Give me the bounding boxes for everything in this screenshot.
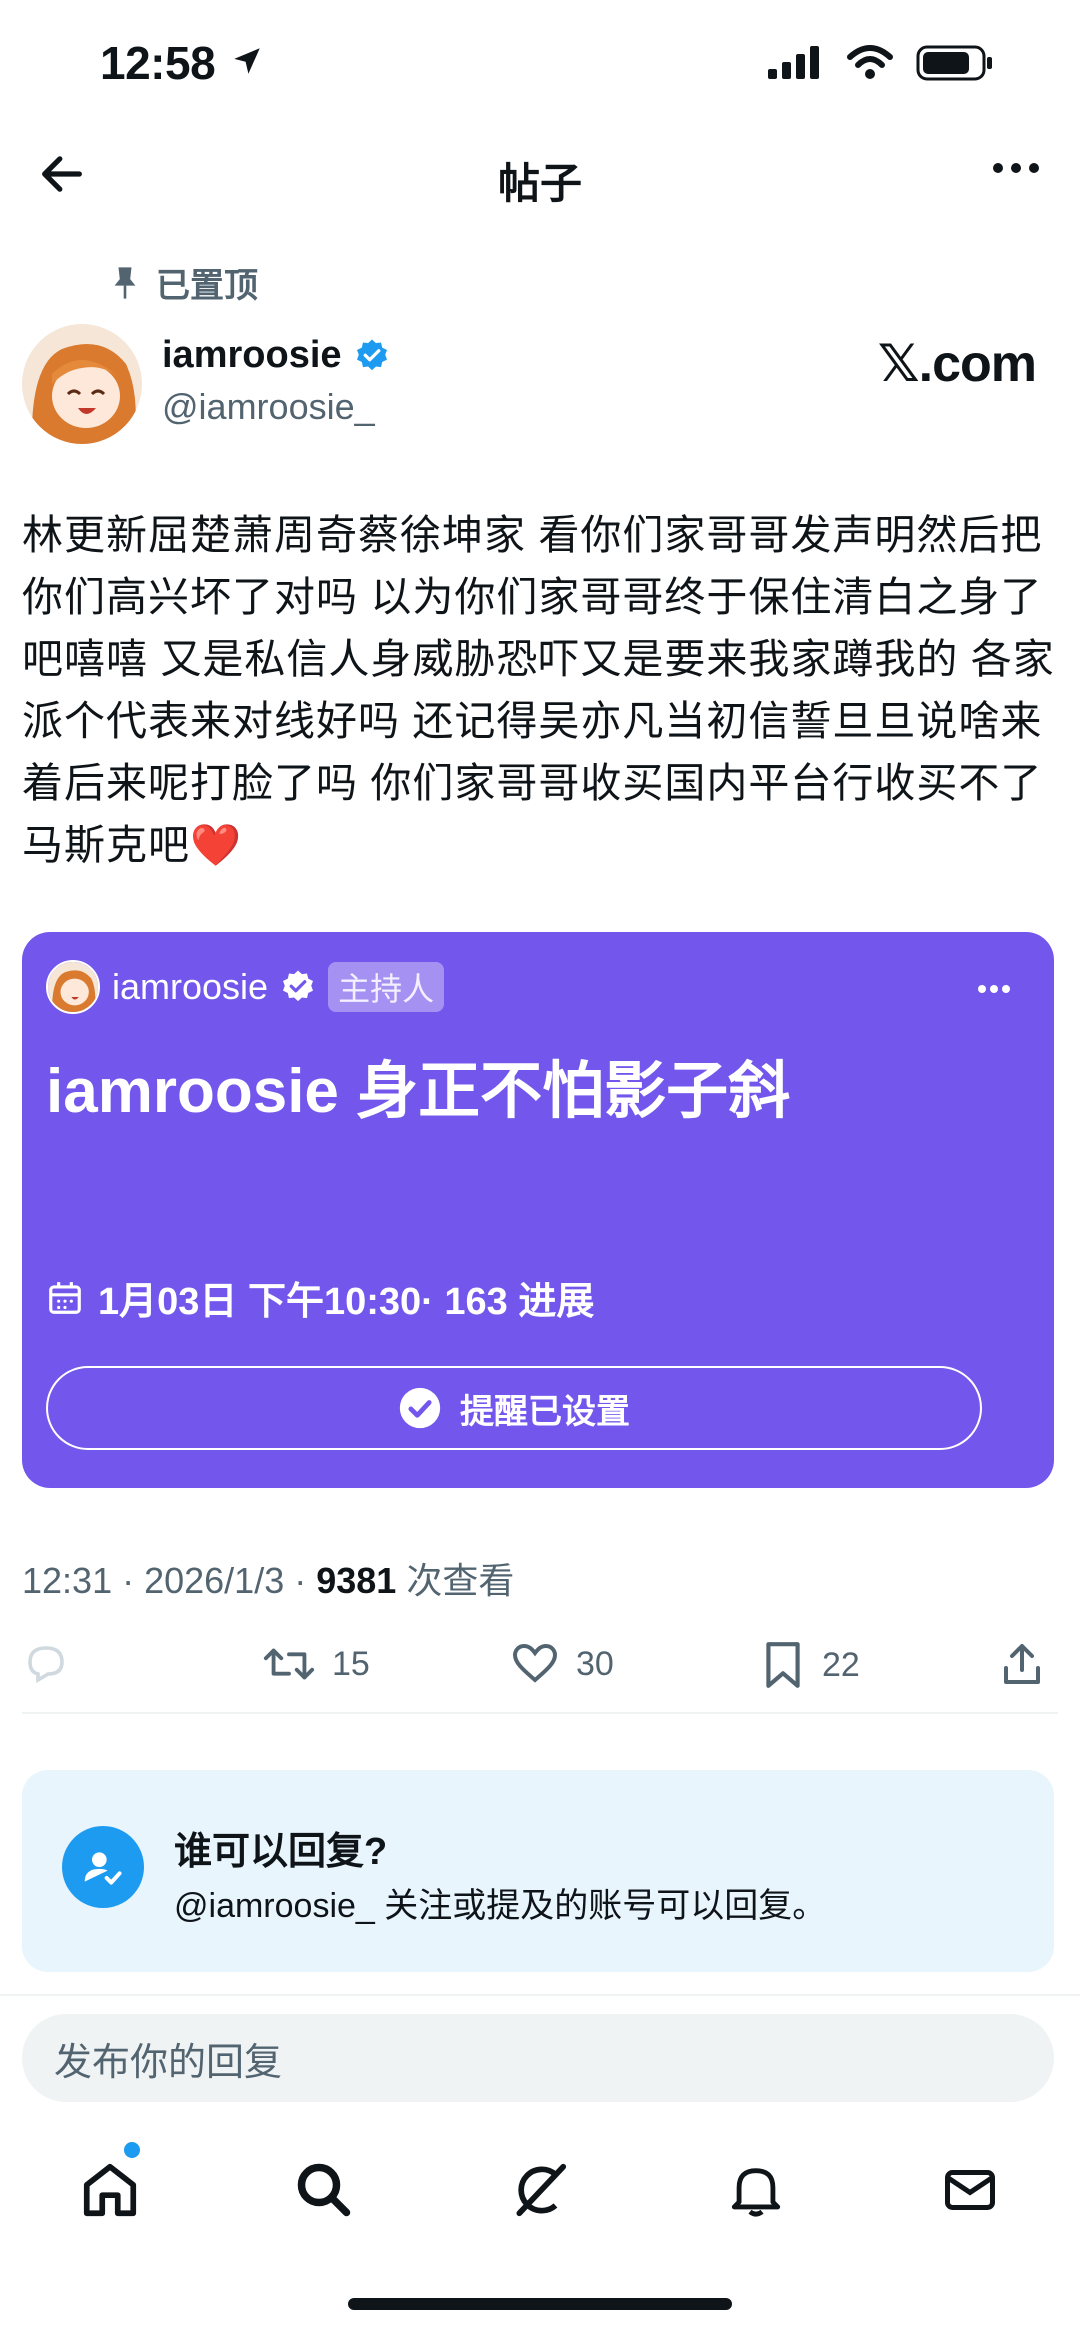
tab-home[interactable]	[70, 2150, 150, 2230]
reminder-button[interactable]: 提醒已设置	[46, 1366, 982, 1450]
like-button[interactable]: 30	[510, 1640, 614, 1688]
home-icon	[83, 2163, 137, 2217]
space-card[interactable]: iamroosie 主持人 iamroosie 身正不怕影子斜 1月03日 下午…	[22, 932, 1054, 1488]
reply-settings-desc: @iamroosie_ 关注或提及的账号可以回复。	[174, 1887, 827, 1925]
author-avatar[interactable]	[22, 324, 142, 444]
post-body: 林更新屈楚萧周奇蔡徐坤家 看你们家哥哥发声明然后把你们高兴坏了对吗 以为你们家哥…	[22, 512, 1055, 868]
views-label: 次查看	[406, 1560, 515, 1601]
more-options-button[interactable]	[990, 160, 1042, 181]
space-more-button[interactable]	[976, 982, 1012, 1000]
reply-button[interactable]	[22, 1640, 70, 1688]
bookmark-count: 22	[822, 1645, 860, 1684]
more-icon	[993, 163, 1039, 173]
share-icon	[1004, 1644, 1040, 1684]
pin-icon	[114, 266, 136, 299]
post-time: 12:31	[22, 1560, 113, 1601]
reply-icon	[28, 1646, 64, 1684]
like-count: 30	[576, 1644, 614, 1683]
divider	[0, 1994, 1080, 1996]
home-indicator	[348, 2298, 732, 2310]
reply-placeholder: 发布你的回复	[54, 2041, 283, 2084]
author-name-row[interactable]: iamroosie	[162, 334, 390, 377]
retweet-button[interactable]: 15	[262, 1640, 370, 1688]
status-icons	[768, 44, 996, 82]
heart-icon	[512, 1643, 558, 1683]
bookmark-icon	[766, 1642, 800, 1688]
share-button[interactable]	[998, 1640, 1046, 1688]
reply-settings-icon-wrap	[62, 1826, 144, 1908]
divider	[22, 1712, 1058, 1714]
reply-settings-card: 谁可以回复? @iamroosie_ 关注或提及的账号可以回复。	[22, 1770, 1054, 1972]
tab-grok[interactable]	[500, 2150, 580, 2230]
verified-badge-icon	[356, 339, 387, 370]
reply-input[interactable]: 发布你的回复	[22, 2014, 1054, 2102]
post-meta: 12:31 · 2026/1/3 · 9381 次查看	[22, 1560, 515, 1601]
signal-icon	[768, 46, 819, 79]
check-circle-icon	[399, 1387, 441, 1429]
pinned-indicator: 已置顶	[112, 258, 258, 307]
retweet-icon	[263, 1648, 315, 1680]
post-date: 2026/1/3	[144, 1560, 285, 1601]
space-host-row: iamroosie 主持人	[46, 960, 445, 1014]
messages-icon	[945, 2170, 995, 2210]
tab-search[interactable]	[284, 2150, 364, 2230]
location-arrow-icon	[230, 44, 264, 83]
home-notification-dot	[124, 2142, 140, 2158]
space-schedule-row: 1月03日 下午10:30· 163 进展	[46, 1270, 594, 1325]
tab-notifications[interactable]	[716, 2150, 796, 2230]
more-icon	[978, 985, 1010, 993]
retweet-count: 15	[332, 1644, 370, 1683]
battery-icon	[916, 45, 992, 81]
x-com-watermark: 𝕏.com	[877, 335, 1037, 393]
wifi-icon	[847, 45, 893, 79]
author-handle[interactable]: @iamroosie_	[162, 386, 375, 428]
host-name: iamroosie	[112, 966, 269, 1007]
tab-messages[interactable]	[930, 2150, 1010, 2230]
status-time: 12:58	[100, 37, 216, 89]
calendar-icon	[49, 1281, 81, 1314]
author-name[interactable]: iamroosie	[162, 334, 342, 377]
action-bar: 15 30 22	[22, 1640, 1058, 1700]
bookmark-button[interactable]: 22	[760, 1640, 860, 1690]
reminder-label: 提醒已设置	[460, 1392, 630, 1431]
reply-settings-title: 谁可以回复?	[174, 1831, 388, 1873]
page-title: 帖子	[497, 160, 582, 207]
view-count: 9381	[316, 1560, 397, 1601]
host-badge: 主持人	[328, 962, 445, 1012]
grok-icon	[516, 2163, 567, 2217]
space-schedule: 1月03日 下午10:30· 163 进展	[98, 1281, 595, 1323]
notifications-icon	[731, 2168, 781, 2217]
host-avatar	[46, 960, 100, 1014]
user-check-icon	[84, 1852, 122, 1885]
pinned-label: 已置顶	[156, 267, 258, 305]
space-title: iamroosie 身正不怕影子斜	[46, 1057, 791, 1126]
verified-badge-icon	[283, 970, 314, 1002]
search-icon	[297, 2163, 351, 2217]
